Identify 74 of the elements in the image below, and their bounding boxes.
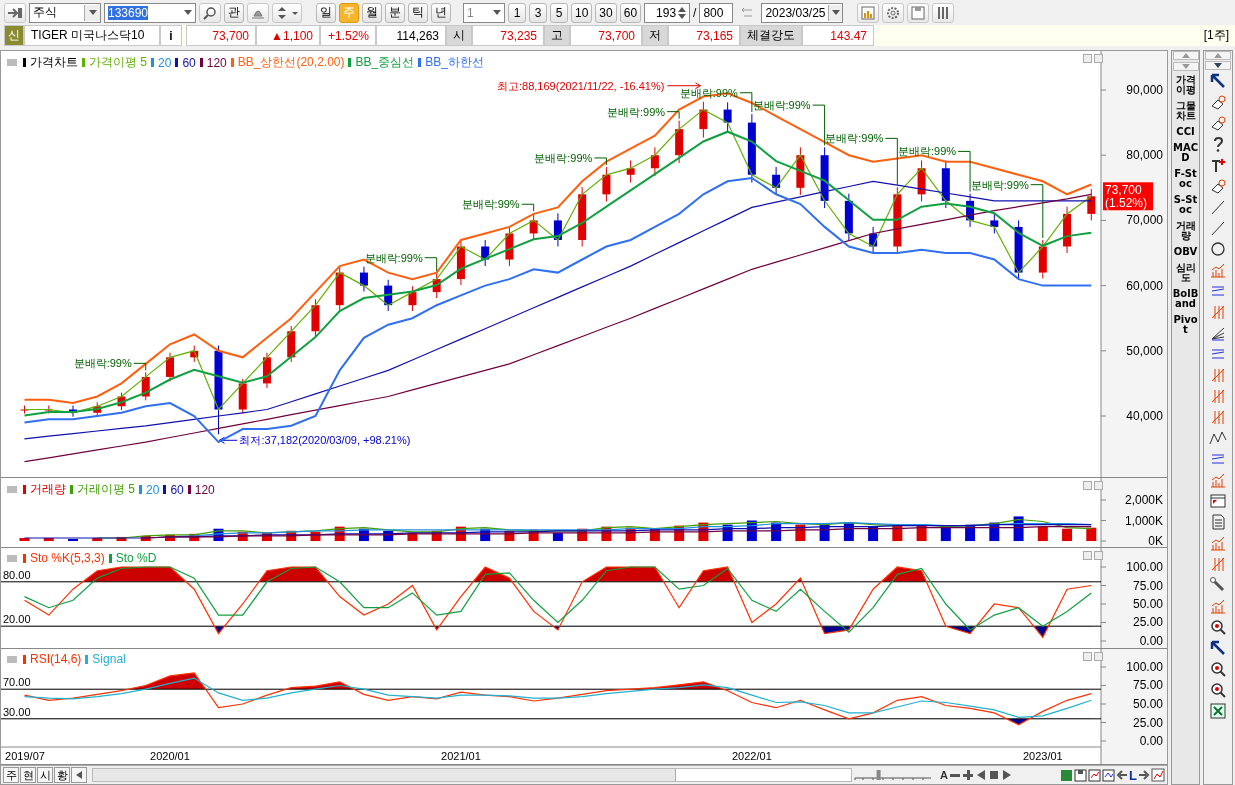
- legend-label: 120: [194, 482, 215, 497]
- legend-label: BB_중심선: [355, 54, 415, 71]
- dividend-label: 분배락:99%: [73, 357, 132, 370]
- axis-label: 2019/07: [5, 750, 45, 762]
- axis-label: 100.00: [1126, 660, 1163, 674]
- axis-label: 2023/01: [1022, 750, 1063, 762]
- dividend-label: 분배락:99%: [825, 132, 884, 145]
- axis-label: 2,000K: [1124, 492, 1163, 507]
- new-badge: 신: [4, 25, 24, 46]
- axis-label: 80,000: [1126, 148, 1163, 163]
- axis-label: 0.00: [1139, 633, 1163, 648]
- field-label: 시: [446, 25, 472, 46]
- axis-label: 75.00: [1132, 678, 1163, 693]
- period-tag: [1주]: [1197, 25, 1235, 46]
- dividend-label: 분배락:99%: [970, 178, 1029, 191]
- axis-label: 75.00: [1132, 578, 1163, 593]
- axis-label: 25.00: [1132, 615, 1163, 630]
- change-value: ▲1,100: [256, 25, 320, 46]
- field-label: 저: [642, 25, 668, 46]
- dividend-label: 분배락:99%: [364, 251, 423, 264]
- axis-label: 60,000: [1126, 278, 1163, 293]
- axis-label: 0.00: [1139, 734, 1163, 748]
- field-value: 73,700: [570, 25, 642, 46]
- reference-label: 80.00: [3, 568, 31, 581]
- axis-label: 1,000K: [1124, 513, 1163, 528]
- field-label: 고: [544, 25, 570, 46]
- reference-label: 20.00: [3, 613, 31, 626]
- legend-label: Signal: [92, 652, 126, 666]
- legend-label: Sto %K(5,3,3): [30, 551, 105, 565]
- axis-label: 90,000: [1126, 83, 1163, 97]
- volume-value: 114,263: [376, 25, 446, 46]
- legend-label: BB_상한선(20,2.00): [237, 54, 345, 71]
- high-price-label: 최고:88,169(2021/11/22, -16.41%): [497, 79, 665, 92]
- field-value: 143.47: [802, 25, 874, 46]
- field-value: 73,235: [472, 25, 544, 46]
- dividend-label: 분배락:99%: [607, 105, 666, 118]
- legend-label: 60: [182, 55, 196, 70]
- axis-label: 2020/01: [150, 750, 190, 762]
- stock-name: TIGER 미국나스닥10: [24, 25, 160, 46]
- dividend-label: 분배락:99%: [461, 198, 520, 211]
- legend-label: 가격차트: [30, 54, 78, 71]
- legend-label: 가격이평 5: [89, 54, 147, 71]
- separator-label: /: [693, 5, 697, 20]
- legend-label: BB_하한선: [425, 54, 484, 71]
- field-label: 체결강도: [740, 25, 802, 46]
- reference-label: 30.00: [3, 705, 31, 718]
- low-price-label: 최저:37,182(2020/03/09, +98.21%): [239, 434, 411, 447]
- legend-label: 120: [206, 55, 227, 70]
- dividend-label: 분배락:99%: [752, 99, 811, 112]
- dividend-label: 분배락:99%: [534, 151, 593, 164]
- axis-label: 2021/01: [441, 750, 481, 762]
- axis-label: 25.00: [1132, 715, 1163, 730]
- axis-label: 50,000: [1126, 343, 1163, 358]
- axis-label: 50.00: [1132, 597, 1163, 611]
- legend-label: 20: [146, 482, 160, 497]
- legend-label: 20: [158, 55, 172, 70]
- axis-label: 100.00: [1126, 560, 1163, 574]
- axis-label: 40,000: [1126, 409, 1163, 424]
- legend-label: RSI(14,6): [30, 652, 82, 666]
- axis-label: 2022/01: [732, 750, 772, 762]
- field-value: 73,165: [668, 25, 740, 46]
- legend-label: Sto %D: [115, 551, 157, 565]
- legend-label: 거래이평 5: [77, 481, 135, 498]
- dividend-label: 분배락:99%: [898, 145, 957, 158]
- dividend-label: 분배락:99%: [679, 86, 738, 99]
- axis-label: 0K: [1148, 534, 1163, 547]
- axis-label: 50.00: [1132, 697, 1163, 711]
- price-value: 73,700: [186, 25, 256, 46]
- change-percent: +1.52%: [320, 25, 376, 46]
- axis-label: 70,000: [1126, 213, 1163, 228]
- reference-label: 70.00: [3, 676, 31, 689]
- price-tag: 73,700 (1.52%): [1103, 182, 1153, 211]
- legend-label: 60: [170, 482, 184, 497]
- legend-label: 거래량: [30, 481, 66, 498]
